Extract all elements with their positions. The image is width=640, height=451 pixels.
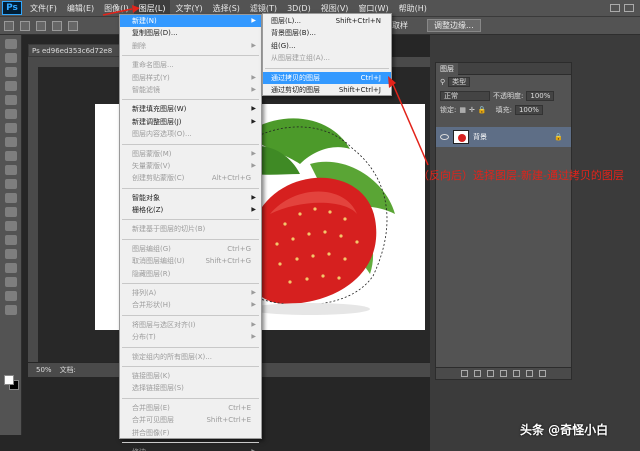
arrow-head-layer-menu — [132, 5, 140, 13]
arrow-to-layer-menu — [102, 8, 133, 16]
watermark: 头条 @奇怪小白 — [520, 423, 609, 437]
foreground-color-swatch[interactable] — [4, 375, 14, 385]
annotation-arrows — [102, 5, 429, 166]
arrow-to-copy-layer — [391, 81, 429, 166]
arrow-head-copy-layer — [388, 76, 396, 88]
annotation-text: （反向后）选择图层-新建-通过拷贝的图层 — [418, 169, 624, 182]
